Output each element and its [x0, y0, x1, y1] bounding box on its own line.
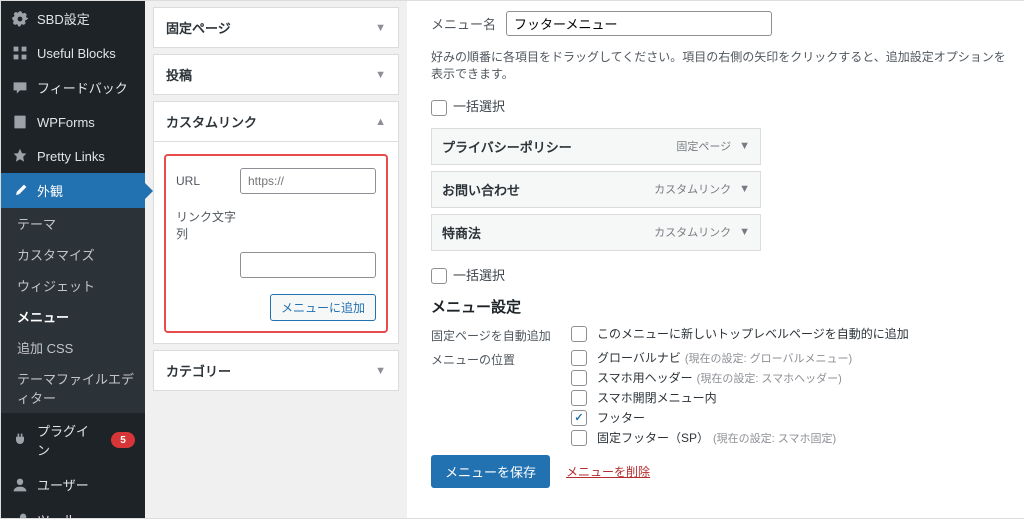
pos-opt-note: (現在の設定: スマホ固定) [713, 430, 836, 446]
menu-item-type: カスタムリンク [654, 224, 731, 240]
link-text-input[interactable] [240, 252, 376, 278]
sidebar-item-sbd[interactable]: SBD設定 [1, 1, 145, 36]
sidebar-item-tools[interactable]: ツール [1, 502, 145, 519]
accordion-posts[interactable]: 投稿 ▼ [153, 54, 399, 95]
main-panel: メニュー名 好みの順番に各項目をドラッグしてください。項目の右側の矢印をクリック… [407, 1, 1024, 518]
sidebar-label: SBD設定 [37, 9, 90, 28]
sidebar-label: ユーザー [37, 475, 89, 494]
chevron-down-icon: ▼ [375, 22, 386, 34]
sidebar-item-feedback[interactable]: フィードバック [1, 70, 145, 105]
menu-item[interactable]: プライバシーポリシー 固定ページ ▼ [431, 128, 761, 165]
pos-opt-label: 固定フッター（SP） [597, 429, 709, 446]
pos-opt-note: (現在の設定: グローバルメニュー) [685, 350, 852, 366]
brush-icon [11, 182, 29, 200]
pos-checkbox-sp-menu[interactable] [571, 390, 587, 406]
position-label: メニューの位置 [431, 349, 571, 368]
menu-settings-heading: メニュー設定 [431, 296, 1009, 317]
menu-item[interactable]: 特商法 カスタムリンク ▼ [431, 214, 761, 251]
chat-icon [11, 79, 29, 97]
sidebar-item-users[interactable]: ユーザー [1, 467, 145, 502]
bulk-select-label: 一括選択 [453, 268, 505, 283]
pos-opt-label: フッター [597, 409, 645, 426]
link-text-label: リンク文字列 [176, 204, 240, 242]
sidebar-item-pretty[interactable]: Pretty Links [1, 139, 145, 173]
menu-item[interactable]: お問い合わせ カスタムリンク ▼ [431, 171, 761, 208]
sidebar-label: 外観 [37, 181, 63, 200]
delete-menu-link[interactable]: メニューを削除 [566, 463, 650, 480]
form-icon [11, 113, 29, 131]
pos-checkbox-sp-header[interactable] [571, 370, 587, 386]
sidebar-item-appearance[interactable]: 外観 [1, 173, 145, 208]
accordion-title: 投稿 [166, 65, 192, 84]
sidebar-sub-theme[interactable]: テーマ [1, 208, 145, 239]
sidebar-sub-customize[interactable]: カスタマイズ [1, 239, 145, 270]
menu-items-list: プライバシーポリシー固定ページ▼ お問い合わせカスタムリンク▼ 特商法カスタムリ… [431, 128, 1009, 251]
menu-item-type: カスタムリンク [654, 181, 731, 197]
pos-opt-note: (現在の設定: スマホヘッダー) [697, 370, 842, 386]
pos-opt-label: グローバルナビ [597, 349, 681, 366]
plug-icon [11, 431, 29, 449]
accordion-category[interactable]: カテゴリー ▼ [153, 350, 399, 391]
sidebar-label: プラグイン [37, 421, 99, 459]
user-icon [11, 476, 29, 494]
chevron-down-icon: ▼ [739, 226, 750, 238]
sidebar-sub-css[interactable]: 追加 CSS [1, 332, 145, 363]
star-icon [11, 147, 29, 165]
sidebar-sub-menu[interactable]: メニュー [1, 301, 145, 332]
auto-add-label: 固定ページを自動追加 [431, 325, 571, 344]
sidebar-label: Useful Blocks [37, 46, 116, 61]
active-arrow-icon [145, 183, 153, 199]
gear-icon [11, 10, 29, 28]
pos-opt-label: スマホ用ヘッダー [597, 369, 693, 386]
accordion-header[interactable]: カスタムリンク ▲ [154, 102, 398, 141]
chevron-down-icon: ▼ [739, 183, 750, 195]
sidebar-label: WPForms [37, 115, 95, 130]
sidebar-sub-widget[interactable]: ウィジェット [1, 270, 145, 301]
bulk-select-checkbox[interactable] [431, 100, 447, 116]
url-label: URL [176, 174, 240, 188]
accordion-title: カスタムリンク [166, 112, 257, 131]
accordion-pages[interactable]: 固定ページ ▼ [153, 7, 399, 48]
auto-add-checkbox[interactable] [571, 326, 587, 342]
wrench-icon [11, 511, 29, 519]
chevron-up-icon: ▲ [375, 116, 386, 128]
pos-checkbox-fixed-footer[interactable] [571, 430, 587, 446]
sidebar-item-plugins[interactable]: プラグイン 5 [1, 413, 145, 467]
admin-sidebar: SBD設定 Useful Blocks フィードバック WPForms Pret… [1, 1, 145, 518]
save-menu-button[interactable]: メニューを保存 [431, 455, 550, 488]
accordion-custom-link: カスタムリンク ▲ URL リンク文字列 メニューに追加 [153, 101, 399, 344]
auto-add-option: このメニューに新しいトップレベルページを自動的に追加 [597, 325, 909, 342]
sidebar-label: フィードバック [37, 78, 128, 97]
menu-item-title: お問い合わせ [442, 180, 520, 199]
url-input[interactable] [240, 168, 376, 194]
sidebar-item-useful[interactable]: Useful Blocks [1, 36, 145, 70]
accordion-title: カテゴリー [166, 361, 231, 380]
bulk-select-label: 一括選択 [453, 99, 505, 114]
drag-hint: 好みの順番に各項目をドラッグしてください。項目の右側の矢印をクリックすると、追加… [431, 48, 1009, 82]
sidebar-label: ツール [37, 510, 76, 519]
accordion-title: 固定ページ [166, 18, 231, 37]
update-badge: 5 [111, 432, 135, 448]
grid-icon [11, 44, 29, 62]
chevron-down-icon: ▼ [375, 69, 386, 81]
chevron-down-icon: ▼ [739, 140, 750, 152]
sidebar-item-wpforms[interactable]: WPForms [1, 105, 145, 139]
menu-item-title: プライバシーポリシー [442, 137, 572, 156]
pos-checkbox-global[interactable] [571, 350, 587, 366]
accordion-column: 固定ページ ▼ 投稿 ▼ カスタムリンク ▲ URL リンク文字列 メニューに追加 カ… [145, 1, 407, 518]
pos-opt-label: スマホ開閉メニュー内 [597, 389, 717, 406]
highlight-box: URL リンク文字列 メニューに追加 [164, 154, 388, 333]
menu-item-type: 固定ページ [676, 138, 731, 154]
pos-checkbox-footer[interactable] [571, 410, 587, 426]
menu-item-title: 特商法 [442, 223, 481, 242]
sidebar-sub-editor[interactable]: テーマファイルエディター [1, 363, 145, 413]
bulk-select-checkbox[interactable] [431, 268, 447, 284]
sidebar-label: Pretty Links [37, 149, 105, 164]
chevron-down-icon: ▼ [375, 365, 386, 377]
add-to-menu-button[interactable]: メニューに追加 [270, 294, 376, 321]
menu-name-input[interactable] [506, 11, 772, 36]
menu-name-label: メニュー名 [431, 14, 496, 33]
